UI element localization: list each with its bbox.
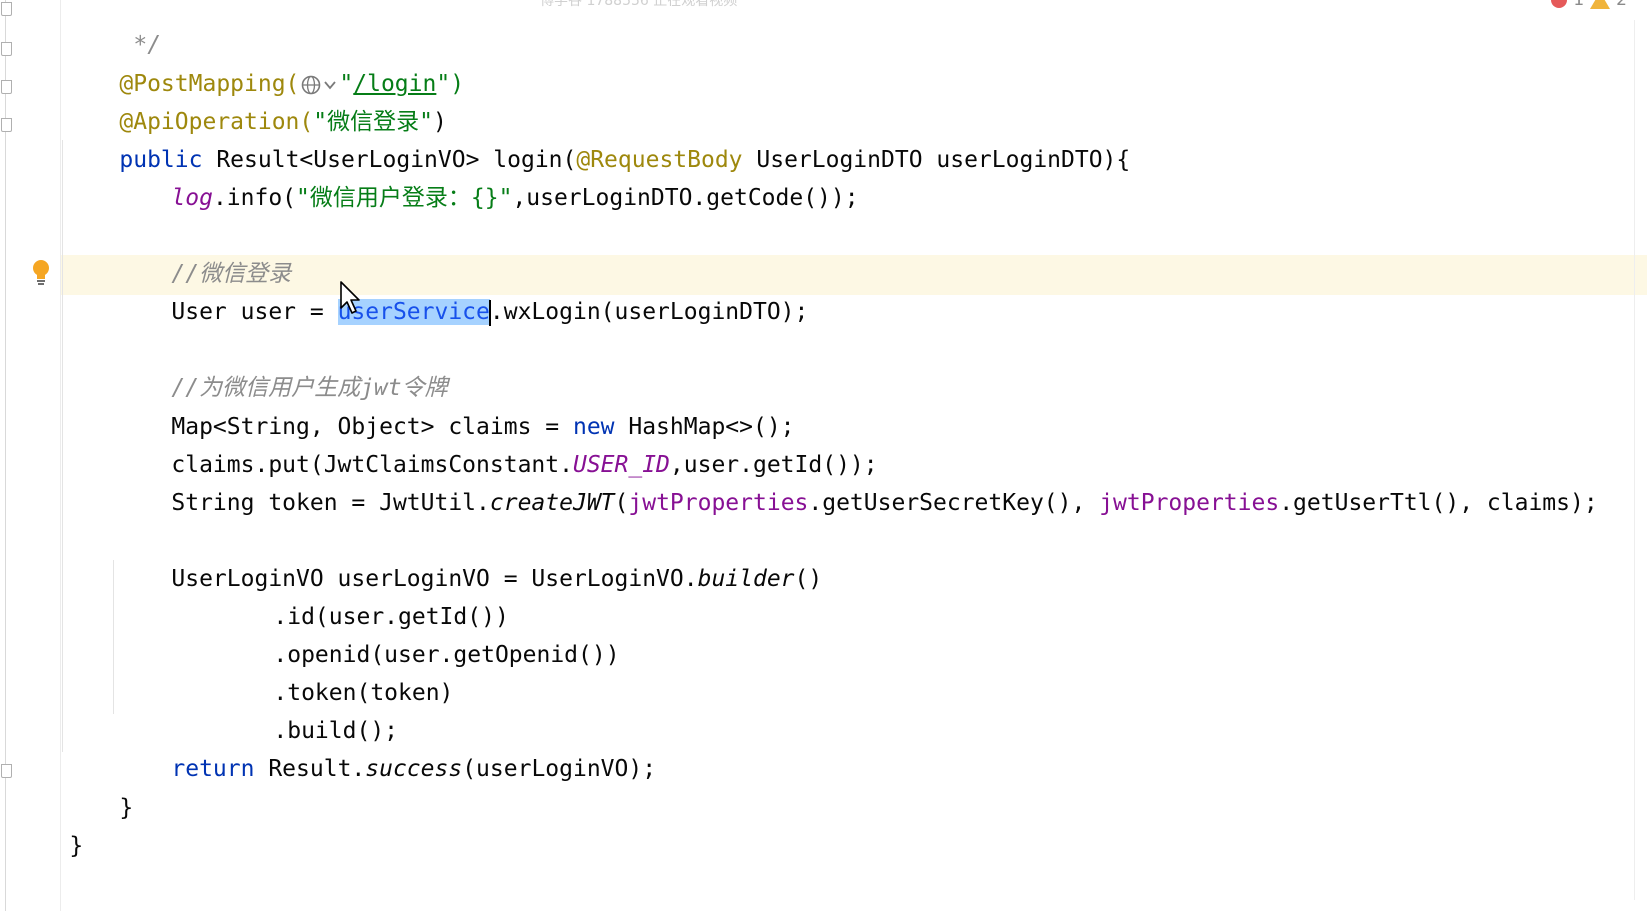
code-line: return Result.success(userLoginVO);: [116, 712, 656, 782]
code-line: @PostMapping( "/login"): [64, 27, 464, 97]
fold-marker-icon[interactable]: [1, 118, 12, 132]
static-method: builder: [697, 566, 795, 592]
warning-count: 2: [1616, 0, 1627, 10]
code-line: public Result<UserLoginVO> login(@Reques…: [64, 103, 1130, 173]
variable-decl: User user =: [171, 299, 338, 325]
fold-marker-icon[interactable]: [1, 80, 12, 94]
indent-guide: [62, 140, 63, 752]
code-line: //微信登录: [116, 217, 291, 287]
field-ref: jwtProperties: [1099, 490, 1280, 516]
keyword-return: return: [171, 756, 255, 782]
code-line: UserLoginVO userLoginVO = UserLoginVO.bu…: [116, 522, 822, 592]
lightbulb-icon[interactable]: [32, 259, 50, 287]
static-method: createJWT: [489, 490, 615, 516]
fold-marker-icon[interactable]: [1, 42, 12, 56]
log-field: log: [171, 185, 213, 211]
code-line: String token = JwtUtil.createJWT(jwtProp…: [116, 446, 1597, 516]
punctuation: (: [614, 490, 629, 516]
code-editor[interactable]: 博学谷 1788556 正在观看视频 1 2 */ @PostMapping( …: [0, 0, 1647, 911]
error-count: 1: [1573, 0, 1585, 10]
method-args: (userLoginVO);: [462, 756, 657, 782]
code-line: .build();: [218, 674, 398, 744]
error-icon: [1551, 0, 1568, 8]
code-line: .id(user.getId()): [218, 560, 508, 630]
method-call: .getUserSecretKey(),: [808, 490, 1100, 516]
code-line: //为微信用户生成jwt令牌: [116, 331, 447, 401]
warning-icon: [1590, 0, 1611, 9]
indent-guide: [113, 560, 114, 714]
code-line: Map<String, Object> claims = new HashMap…: [116, 370, 794, 440]
code-line: .openid(user.getOpenid()): [218, 598, 619, 668]
code-line: .token(token): [218, 636, 453, 706]
static-method: success: [365, 756, 463, 782]
method-call: Result.: [254, 756, 366, 782]
code-line: */: [78, 0, 161, 58]
punctuation: (): [794, 566, 823, 592]
method-call: .wxLogin(userLoginDTO);: [489, 299, 809, 325]
variable-decl: String token = JwtUtil.: [171, 490, 490, 516]
method-call: .getUserTtl(), claims);: [1279, 490, 1598, 516]
fold-marker-icon[interactable]: [1, 2, 12, 16]
field-ref: jwtProperties: [628, 490, 809, 516]
editor-scrollbar[interactable]: [1634, 20, 1647, 900]
code-line: }: [64, 751, 133, 821]
code-line-current: User user = userService.wxLogin(userLogi…: [116, 255, 808, 326]
mouse-pointer-icon: [340, 281, 360, 314]
method-call: .info(: [212, 185, 297, 211]
inspection-widget[interactable]: 1 2: [1551, 0, 1627, 12]
fold-marker-icon[interactable]: [1, 764, 12, 778]
editor-gutter: [0, 0, 61, 911]
code-line: log.info("微信用户登录：{}",userLoginDTO.getCod…: [116, 141, 858, 211]
closing-brace: }: [119, 795, 134, 821]
closing-brace: }: [69, 833, 84, 859]
string-literal: "微信用户登录：{}": [296, 185, 513, 211]
code-line: @ApiOperation("微信登录"): [64, 65, 446, 135]
code-line: }: [14, 789, 83, 859]
code-line: claims.put(JwtClaimsConstant.USER_ID,use…: [116, 408, 877, 478]
method-args: ,userLoginDTO.getCode());: [512, 185, 859, 211]
watch-overlay-text: 博学谷 1788556 正在观看视频: [540, 0, 738, 9]
